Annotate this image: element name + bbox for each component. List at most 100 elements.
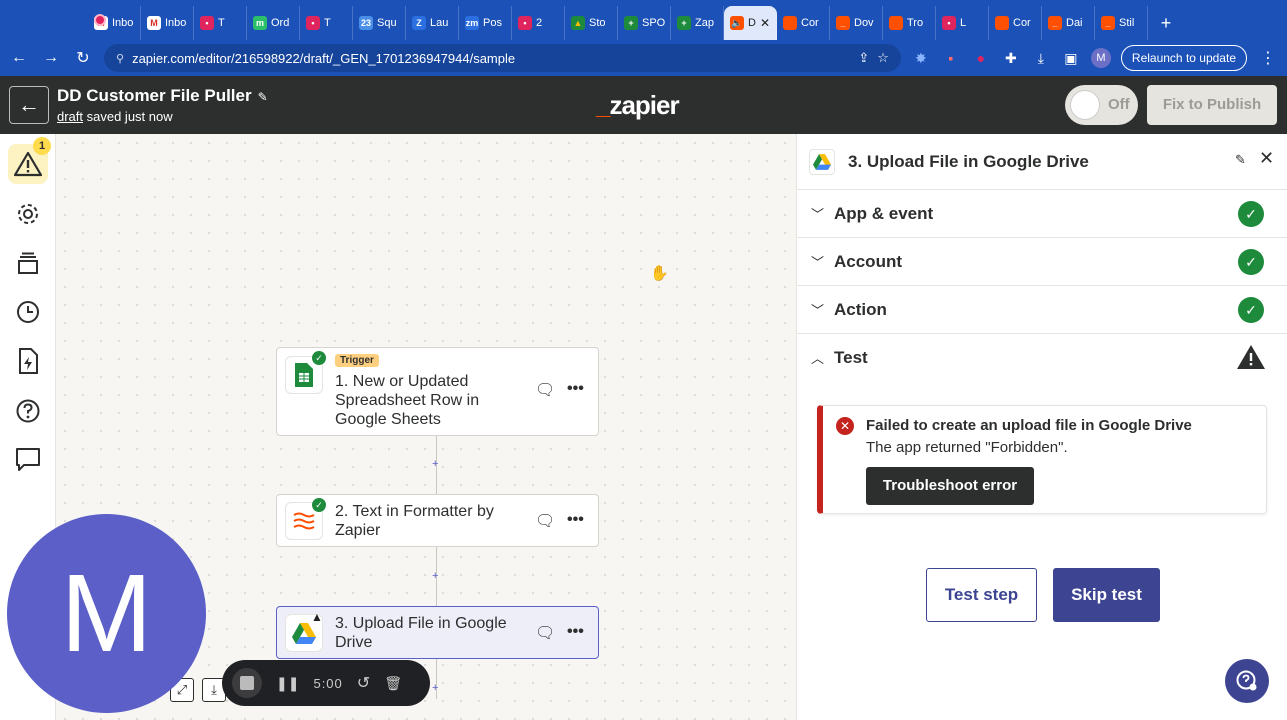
google-drive-icon xyxy=(809,149,835,175)
tab-label: Sto xyxy=(589,17,606,29)
comment-icon[interactable]: 🗨︎ xyxy=(535,511,555,531)
exit-editor-button[interactable]: ← xyxy=(9,86,49,124)
bookmark-star-icon[interactable]: ☆ xyxy=(877,50,889,66)
comment-icon[interactable]: 🗨︎ xyxy=(535,380,555,400)
section-title: Action xyxy=(834,300,887,319)
gear-icon[interactable] xyxy=(8,194,48,234)
browser-menu-icon[interactable]: ⋮ xyxy=(1257,48,1279,68)
step-card-trigger[interactable]: ✓ Trigger 1. New or Updated Spreadsheet … xyxy=(276,347,599,436)
tab-label: Stil xyxy=(1119,17,1135,29)
tab-label: Lau xyxy=(430,17,449,29)
pencil-icon[interactable]: ✎ xyxy=(1235,152,1246,168)
browser-tab[interactable]: ▲ Sto xyxy=(565,6,618,40)
browser-tab[interactable]: • T xyxy=(194,6,247,40)
add-step-icon[interactable]: + xyxy=(432,458,438,470)
publish-toggle[interactable]: Off xyxy=(1065,85,1138,125)
zap-title[interactable]: DD Customer File Puller ✎ xyxy=(57,86,268,106)
history-clock-icon[interactable] xyxy=(8,292,48,332)
browser-tab[interactable]: Cor xyxy=(777,6,830,40)
browser-tab[interactable]: • T xyxy=(300,6,353,40)
success-check-icon: ✓ xyxy=(1238,249,1264,275)
fix-to-publish-button[interactable]: Fix to Publish xyxy=(1147,85,1277,125)
section-app-event[interactable]: ﹀ App & event ✓ xyxy=(797,190,1287,238)
toggle-label: Off xyxy=(1108,96,1130,113)
recording-indicator-icon xyxy=(94,14,106,26)
step-card-google-drive[interactable]: ▲ 3. Upload File in Google Drive 🗨︎ ••• xyxy=(276,606,599,659)
more-options-icon[interactable]: ••• xyxy=(567,380,584,398)
tab-favicon-icon: M xyxy=(147,16,161,30)
site-info-icon[interactable]: ⚲ xyxy=(116,52,124,65)
back-arrow-icon[interactable]: ← xyxy=(8,49,30,67)
browser-tab[interactable]: _ Stil xyxy=(1095,6,1148,40)
panel-header: 3. Upload File in Google Drive ✎ ✕ xyxy=(797,134,1287,190)
puzzle-icon[interactable]: ✚ xyxy=(1001,48,1021,68)
chevron-up-icon: ︿ xyxy=(811,351,825,366)
browser-tab[interactable]: _ Dov xyxy=(830,6,883,40)
help-icon[interactable] xyxy=(8,391,48,431)
browser-tab[interactable]: _ Dai xyxy=(1042,6,1095,40)
share-icon[interactable]: ⇪ xyxy=(858,50,869,66)
reload-icon[interactable]: ↻ xyxy=(72,48,94,68)
tab-favicon-icon: Z xyxy=(412,16,426,30)
browser-tab[interactable]: • 2 xyxy=(512,6,565,40)
side-panel-icon[interactable]: ▣ xyxy=(1061,48,1081,68)
browser-tab[interactable]: 23 Squ xyxy=(353,6,406,40)
trash-icon[interactable]: 🗑︎ xyxy=(384,675,402,692)
test-step-button[interactable]: Test step xyxy=(926,568,1037,622)
pause-icon[interactable]: ❚❚ xyxy=(276,675,299,692)
browser-tab[interactable]: m Ord xyxy=(247,6,300,40)
versions-icon[interactable] xyxy=(8,244,48,284)
section-account[interactable]: ﹀ Account ✓ xyxy=(797,238,1287,286)
tab-label: 2 xyxy=(536,17,543,29)
more-options-icon[interactable]: ••• xyxy=(567,511,584,529)
pencil-icon[interactable]: ✎ xyxy=(258,90,268,104)
relaunch-button[interactable]: Relaunch to update xyxy=(1120,45,1247,71)
extension-icon[interactable]: ✸ xyxy=(911,48,931,68)
restart-icon[interactable]: ↺ xyxy=(357,673,370,693)
address-bar[interactable]: ⚲ zapier.com/editor/216598922/draft/_GEN… xyxy=(104,44,901,72)
browser-tab[interactable]: Z Lau xyxy=(406,6,459,40)
browser-tab[interactable]: + Zap xyxy=(671,6,724,40)
recording-timer: 5:00 xyxy=(313,675,343,691)
tab-label: Dai xyxy=(1066,17,1083,29)
browser-tab[interactable]: 🔈 D ✕ xyxy=(724,6,777,40)
editor-header: ← DD Customer File Puller ✎ draft saved j… xyxy=(0,76,1287,134)
browser-tab[interactable]: zm Pos xyxy=(459,6,512,40)
success-check-icon: ✓ xyxy=(1238,201,1264,227)
browser-tab[interactable]: Cor xyxy=(989,6,1042,40)
tab-favicon-icon: • xyxy=(518,16,532,30)
troubleshoot-error-button[interactable]: Troubleshoot error xyxy=(866,467,1034,505)
comment-icon[interactable]: 🗨︎ xyxy=(535,623,555,643)
add-step-icon[interactable]: + xyxy=(432,570,438,582)
tab-close-icon[interactable]: ✕ xyxy=(760,16,770,30)
draft-link[interactable]: draft xyxy=(57,109,83,124)
more-options-icon[interactable]: ••• xyxy=(567,623,584,641)
step-card-formatter[interactable]: ✓ 2. Text in Formatter by Zapier 🗨︎ ••• xyxy=(276,494,599,547)
browser-tab[interactable]: • L xyxy=(936,6,989,40)
browser-tab[interactable]: + SPO xyxy=(618,6,671,40)
extension-icon[interactable]: ▪ xyxy=(941,48,961,68)
help-chat-button[interactable] xyxy=(1225,659,1269,703)
add-step-icon[interactable]: + xyxy=(432,682,438,694)
zap-runs-icon[interactable] xyxy=(8,341,48,381)
comment-icon[interactable] xyxy=(8,439,48,479)
browser-tab[interactable]: M Inbo xyxy=(141,6,194,40)
close-icon[interactable]: ✕ xyxy=(1259,148,1274,169)
tab-favicon-icon: _ xyxy=(836,16,850,30)
download-icon[interactable]: ⤓ xyxy=(1031,48,1051,68)
skip-test-button[interactable]: Skip test xyxy=(1053,568,1160,622)
forward-arrow-icon[interactable]: → xyxy=(40,49,62,67)
tab-label: Inbo xyxy=(112,17,134,29)
stop-recording-button[interactable] xyxy=(232,668,262,698)
tab-favicon-icon: zm xyxy=(465,16,479,30)
new-tab-button[interactable]: + xyxy=(1148,6,1184,40)
section-test[interactable]: ︿ Test xyxy=(797,334,1287,386)
section-action[interactable]: ﹀ Action ✓ xyxy=(797,286,1287,334)
browser-tab[interactable]: Tro xyxy=(883,6,936,40)
tab-label: D xyxy=(748,17,756,29)
extension-icon[interactable]: ● xyxy=(971,48,991,68)
panel-title: 3. Upload File in Google Drive xyxy=(848,152,1089,171)
profile-avatar[interactable]: M xyxy=(1090,48,1111,68)
tab-label: SPO xyxy=(642,17,666,29)
error-alert: ✕ Failed to create an upload file in Goo… xyxy=(817,405,1267,514)
